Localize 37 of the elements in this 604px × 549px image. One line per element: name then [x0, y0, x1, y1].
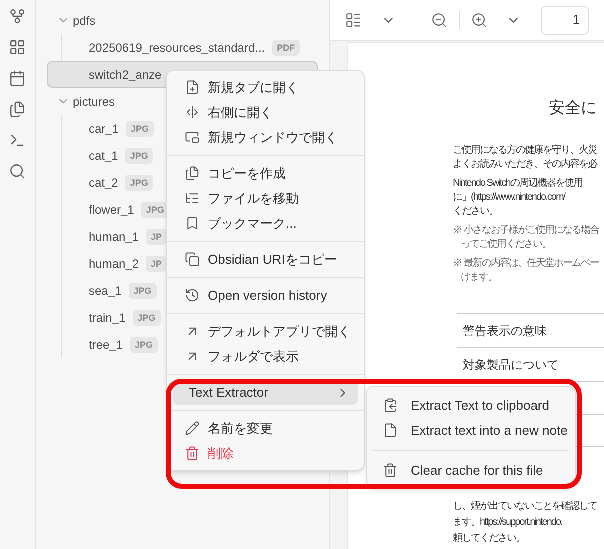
file-name: tree_1	[89, 336, 124, 354]
note-text: けます。	[461, 271, 497, 285]
folder-name: pictures	[73, 94, 116, 110]
folder-name: pdfs	[73, 12, 96, 30]
document-text: よくお読みいただき、その内容を必	[453, 158, 597, 172]
file-name: train_1	[89, 310, 126, 326]
file-type-tag: JPG	[125, 174, 154, 190]
note-text: ってご使用ください。	[461, 238, 551, 252]
file-type-tag: JP	[146, 228, 168, 244]
file-name: 20250619_resources_standard...	[89, 40, 266, 56]
document-text: に」(https://www.nintendo.com/	[453, 191, 566, 205]
file-type-tag: JPG	[126, 120, 154, 136]
document-text: ます。https://support.nintendo.	[453, 516, 562, 530]
file-type-tag: JPG	[125, 148, 154, 164]
file-type-tag: JPG	[132, 310, 161, 326]
file-name: human_2	[89, 256, 140, 272]
section-title: 警告表示の意味	[463, 322, 547, 340]
file-name: flower_1	[89, 202, 134, 218]
file-name: human_1	[89, 228, 140, 246]
file-name: car_1	[89, 120, 120, 138]
file-type-tag: JP	[146, 256, 168, 272]
file-name: cat_2	[89, 174, 118, 192]
file-type-tag: PDF	[272, 40, 300, 56]
file-name: switch2_anze	[89, 66, 162, 84]
document-text: ください。	[453, 205, 498, 219]
note-text: ※ 小さなお子様がご使用になる場合	[453, 224, 599, 238]
file-name: sea_1	[89, 282, 122, 300]
document-text: Nintendo Switchの周辺機器を使用	[453, 177, 582, 191]
document-heading: 安全に	[548, 98, 598, 119]
note-text: ※ 最新の内容は、任天堂ホームペー	[453, 257, 599, 271]
file-type-tag: JPG	[128, 282, 157, 298]
document-text: ご使用になる方の健康を守り、火災	[453, 144, 597, 158]
document-text: 頼してください。	[453, 532, 525, 546]
file-type-tag: JPG	[130, 336, 158, 352]
document-text: し、煙が出ていないことを確認して	[453, 500, 597, 514]
file-name: cat_1	[89, 148, 118, 164]
section-title: 対象製品について	[463, 356, 559, 374]
